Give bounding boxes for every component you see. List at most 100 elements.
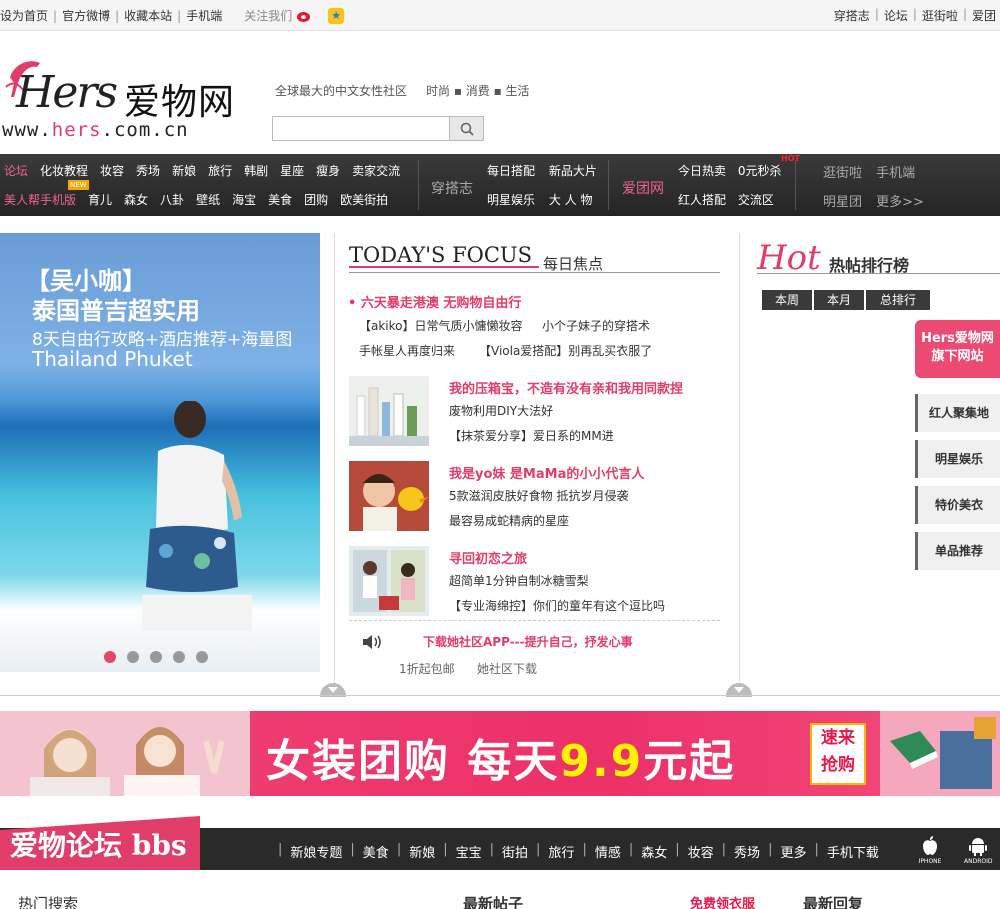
bbs-link[interactable]: 秀场	[734, 842, 760, 861]
nav-item-horoscope[interactable]: 星座	[280, 162, 304, 179]
bbs-link[interactable]: 森女	[641, 842, 667, 861]
bbs-link[interactable]: 街拍	[502, 842, 528, 861]
focus-link[interactable]: 小个子妹子的穿搭术	[542, 317, 650, 334]
bbs-link[interactable]: 宝宝	[456, 842, 482, 861]
official-weibo-link[interactable]: 官方微博	[62, 7, 110, 24]
focus-title-en: TODAY'S FOCUS	[349, 243, 533, 267]
nav-item-guangjie[interactable]: 逛街啦	[823, 166, 862, 181]
nav-item-forum[interactable]: 论坛	[4, 162, 28, 179]
hot-badge: HOT	[781, 154, 800, 163]
nav-item-groupbuy[interactable]: 团购	[304, 191, 328, 208]
feature-link[interactable]: 5款滋润皮肤好食物 抵抗岁月侵袭	[449, 487, 628, 504]
feature-title[interactable]: 我是yo妹 是MaMa的小小代言人	[449, 463, 644, 482]
nav-item-daily-outfit[interactable]: 每日搭配	[487, 164, 535, 178]
android-download[interactable]: ANDROID	[964, 836, 993, 865]
slide-dot[interactable]	[104, 651, 116, 663]
bbs-link[interactable]: 更多	[780, 842, 806, 861]
free-clothes-label[interactable]: 免费领衣服	[690, 893, 755, 909]
couple-photo[interactable]	[349, 546, 429, 616]
nav-item-makeup[interactable]: 妆容	[100, 162, 124, 179]
nav-group-aituan[interactable]: 爱团网	[622, 178, 664, 198]
slide-dot[interactable]	[173, 651, 185, 663]
slide-dot[interactable]	[127, 651, 139, 663]
nav-item-bride[interactable]: 新娘	[172, 162, 196, 179]
nav-item-bigshots[interactable]: 大 人 物	[549, 193, 593, 207]
slide-dot[interactable]	[196, 651, 208, 663]
nav-item-exchange[interactable]: 交流区	[738, 193, 774, 207]
mobile-link[interactable]: 手机端	[186, 7, 222, 24]
nav-item-runway[interactable]: 秀场	[136, 162, 160, 179]
nav-item-parenting[interactable]: 育儿	[88, 191, 112, 208]
nav-item-celebrity[interactable]: 明星娱乐	[487, 193, 535, 207]
hero-banner[interactable]: 【吴小咖】 泰国普吉超实用 8天自由行攻略+酒店推荐+海量图 Thailand …	[0, 233, 320, 672]
tab-month[interactable]: 本月	[814, 290, 864, 310]
speaker-icon	[363, 635, 381, 649]
feature-link[interactable]: 【专业海绵控】你们的童年有这个逗比吗	[449, 597, 665, 614]
promo-cta-button[interactable]: 速来 抢购	[810, 723, 866, 785]
bbs-link[interactable]: 妆容	[688, 842, 714, 861]
sister-site-link[interactable]: 红人聚集地	[915, 394, 1000, 432]
weibo-icon[interactable]	[296, 9, 312, 23]
focus-link[interactable]: 手帐星人再度归来	[359, 342, 455, 359]
set-homepage-link[interactable]: 设为首页	[0, 7, 48, 24]
nav-item-kdrama[interactable]: 韩剧	[244, 162, 268, 179]
nav-item-makeup-tutorial[interactable]: 化妆教程	[40, 162, 88, 179]
feature-link[interactable]: 【抹茶爱分享】爱日系的MM进	[449, 427, 614, 444]
nav-item-hot-sale[interactable]: 今日热卖	[678, 164, 726, 178]
bbs-link[interactable]: 新娘	[409, 842, 435, 861]
bbs-mobile-download[interactable]: 手机下载	[827, 842, 879, 861]
iphone-download[interactable]: IPHONE	[916, 836, 944, 865]
feature-link[interactable]: 废物利用DIY大法好	[449, 402, 553, 419]
bbs-link[interactable]: 旅行	[548, 842, 574, 861]
community-download-link[interactable]: 她社区下载	[477, 660, 537, 677]
nav-item-influencer[interactable]: 红人搭配	[678, 193, 726, 207]
tab-all-time[interactable]: 总排行	[866, 290, 930, 310]
nav-item-haibao[interactable]: 海宝	[232, 191, 256, 208]
groupbuy-promo-banner[interactable]: 女装团购 每天9.9元起 速来 抢购	[0, 711, 1000, 796]
nav-item-street[interactable]: 欧美街拍	[340, 191, 388, 208]
bbs-link[interactable]: 情感	[595, 842, 621, 861]
feature-link[interactable]: 最容易成蛇精病的星座	[449, 512, 569, 529]
bookmark-link[interactable]: 收藏本站	[124, 7, 172, 24]
focus-link[interactable]: 【Viola爱搭配】别再乱买衣服了	[479, 342, 652, 359]
focus-link[interactable]: 【akiko】日常气质小慵懒妆容	[359, 317, 523, 334]
sister-site-link[interactable]: 单品推荐	[915, 532, 1000, 570]
sister-site-link[interactable]: 明星娱乐	[915, 440, 1000, 478]
top-link-chuandazhi[interactable]: 穿搭志	[834, 7, 870, 24]
nav-item-mobile-app[interactable]: 美人帮手机版	[4, 191, 76, 208]
nav-item-zero-flash[interactable]: 0元秒杀	[738, 164, 782, 178]
nav-item-star-group[interactable]: 明星团	[823, 195, 862, 210]
nav-item-gossip[interactable]: 八卦	[160, 191, 184, 208]
nav-item-mobile[interactable]: 手机端	[876, 166, 915, 181]
nav-item-travel[interactable]: 旅行	[208, 162, 232, 179]
nav-item-seller[interactable]: 卖家交流	[352, 162, 400, 179]
baby-photo[interactable]	[349, 461, 429, 531]
nav-item-food[interactable]: 美食	[268, 191, 292, 208]
bbs-link[interactable]: 新娘专题	[290, 842, 342, 861]
app-download-link[interactable]: 下载她社区APP---提升自己，抒发心事	[423, 633, 633, 650]
nav-item-new-photos[interactable]: 新品大片	[549, 164, 597, 178]
feature-title[interactable]: 我的压箱宝，不造有没有亲和我用同款捏	[449, 378, 683, 397]
top-link-forum[interactable]: 论坛	[884, 7, 908, 24]
top-link-group[interactable]: 爱团	[972, 7, 996, 24]
tab-week[interactable]: 本周	[762, 290, 812, 310]
sister-site-link[interactable]: 特价美衣	[915, 486, 1000, 524]
nav-item-slimming[interactable]: 瘦身	[316, 162, 340, 179]
cosmetics-photo[interactable]	[349, 376, 429, 446]
feature-title[interactable]: 寻回初恋之旅	[449, 548, 527, 567]
bbs-link[interactable]: 美食	[363, 842, 389, 861]
discount-link[interactable]: 1折起包邮	[399, 660, 455, 677]
site-logo[interactable]: Hers 爱物网 www.hers.com.cn	[2, 53, 268, 145]
focus-headline[interactable]: • 六天暴走港澳 无购物自由行	[348, 292, 521, 311]
nav-item-mori[interactable]: 森女	[124, 191, 148, 208]
nav-group-chuandazhi[interactable]: 穿搭志	[431, 178, 473, 198]
top-link-shopping[interactable]: 逛街啦	[922, 7, 958, 24]
sister-sites-badge: Hers爱物网 旗下网站	[915, 320, 1000, 378]
search-button[interactable]	[449, 116, 484, 141]
nav-item-more[interactable]: 更多>>	[876, 195, 924, 210]
nav-item-wallpaper[interactable]: 壁纸	[196, 191, 220, 208]
slide-dot[interactable]	[150, 651, 162, 663]
feature-link[interactable]: 超简单1分钟自制冰糖雪梨	[449, 572, 589, 589]
search-input[interactable]	[272, 116, 450, 141]
qzone-icon[interactable]: ★	[328, 7, 345, 24]
